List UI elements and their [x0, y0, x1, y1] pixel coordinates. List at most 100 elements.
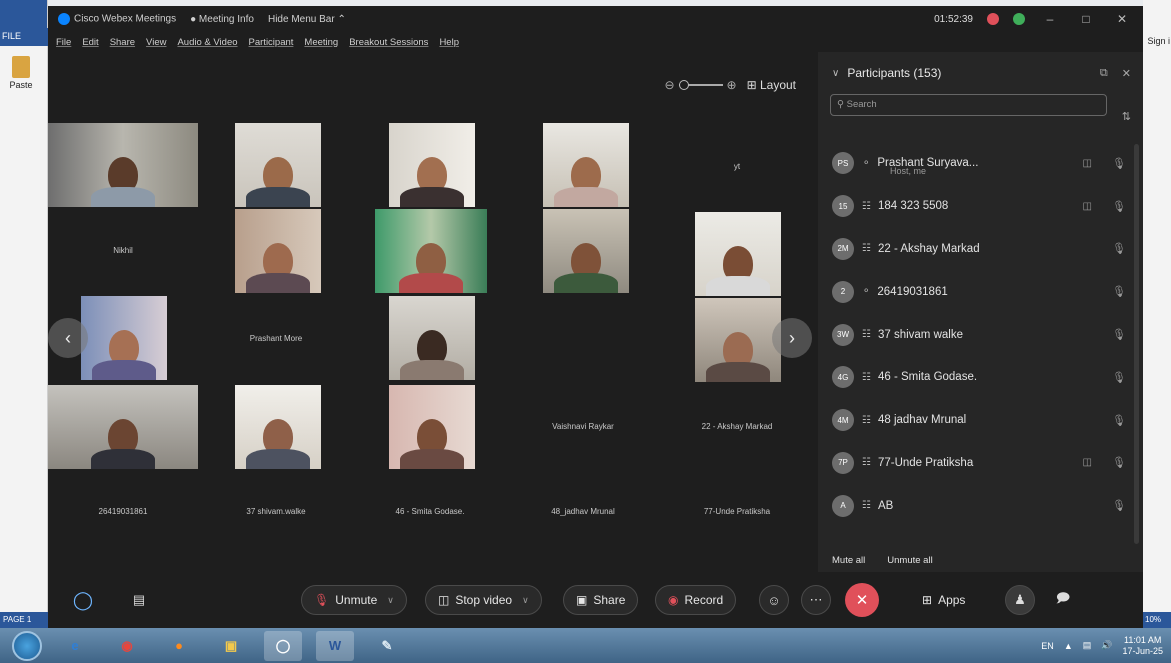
participant-row[interactable]: 3W ☷ 37 shivam walke 🎙	[832, 313, 1132, 356]
chrome-icon[interactable]: ◉	[108, 631, 146, 661]
participant-name: 37 shivam walke	[877, 328, 963, 341]
menu-share[interactable]: Share	[110, 37, 135, 48]
participants-scrollbar[interactable]	[1134, 144, 1139, 544]
chevron-down-icon[interactable]: ∨	[387, 595, 394, 606]
stop-video-button[interactable]: ◫ Stop video ∨	[425, 585, 542, 615]
popout-icon[interactable]: ⧉	[1100, 67, 1108, 80]
phone-device-icon: ☷	[862, 414, 871, 426]
menu-help[interactable]: Help	[439, 37, 459, 48]
maximize-icon[interactable]: □	[1075, 12, 1097, 26]
mic-muted-icon[interactable]: 🎙	[1112, 242, 1126, 255]
video-tile[interactable]	[375, 209, 487, 293]
previous-page-arrow-icon[interactable]: ‹	[48, 318, 88, 358]
volume-icon[interactable]: 🔊	[1101, 640, 1112, 651]
menu-edit[interactable]: Edit	[82, 37, 98, 48]
panel-close-icon[interactable]: ✕	[1122, 67, 1131, 80]
zoom-out-icon[interactable]: ⊖	[664, 78, 674, 92]
sort-icon[interactable]: ⇅	[1122, 110, 1131, 123]
video-tile[interactable]	[235, 209, 321, 293]
video-tile[interactable]	[48, 123, 198, 207]
zoom-slider-knob[interactable]	[678, 80, 689, 90]
layout-button[interactable]: ⊞ Layout	[747, 78, 796, 92]
video-tile[interactable]	[81, 296, 167, 380]
zoom-slider[interactable]: ⊖ ⊕	[664, 78, 736, 92]
video-tile[interactable]	[543, 209, 629, 293]
file-explorer-icon[interactable]: ▣	[212, 631, 250, 661]
participant-row[interactable]: 2 ⚬ 26419031861 🎙	[832, 270, 1132, 313]
avatar: PS	[832, 152, 854, 175]
word-file-tab[interactable]: FILE	[0, 28, 48, 46]
end-meeting-button[interactable]: ✕	[845, 583, 879, 617]
participant-row[interactable]: 2M ☷ 22 - Akshay Markad 🎙	[832, 228, 1132, 271]
captions-icon[interactable]: ▤	[124, 585, 154, 615]
meeting-info-button[interactable]: ● Meeting Info	[190, 14, 254, 25]
mic-icon[interactable]: 🎙	[1112, 200, 1126, 213]
start-button-icon[interactable]	[12, 630, 42, 661]
chevron-down-icon[interactable]: ∨	[522, 595, 529, 606]
video-tile[interactable]	[389, 296, 475, 380]
internet-explorer-icon[interactable]: e	[56, 631, 94, 661]
mute-all-button[interactable]: Mute all	[832, 555, 865, 566]
mic-muted-icon[interactable]: 🎙	[1112, 456, 1126, 469]
mic-muted-icon[interactable]: 🎙	[1112, 371, 1126, 384]
network-status-icon[interactable]	[1013, 13, 1025, 25]
phone-device-icon: ☷	[862, 329, 871, 341]
network-icon[interactable]: ▤	[1083, 640, 1092, 651]
participant-row[interactable]: 7P ☷ 77-Unde Pratiksha ◫ 🎙	[832, 442, 1132, 485]
participant-row[interactable]: 4M ☷ 48 jadhav Mrunal 🎙	[832, 399, 1132, 442]
video-tile[interactable]	[235, 385, 321, 469]
firefox-icon[interactable]: ●	[160, 631, 198, 661]
menu-view[interactable]: View	[146, 37, 166, 48]
taskbar-clock[interactable]: 11:01 AM 17-Jun-25	[1122, 635, 1163, 657]
word-signin-link[interactable]: Sign i	[1147, 36, 1170, 46]
participants-toggle-icon[interactable]: ♟	[1005, 585, 1035, 615]
menu-breakout-sessions[interactable]: Breakout Sessions	[349, 37, 428, 48]
video-tile[interactable]	[543, 123, 629, 207]
menu-file[interactable]: File	[56, 37, 71, 48]
word-paste-button[interactable]: Paste	[6, 56, 36, 90]
stage-controls: ⊖ ⊕ ⊞ Layout	[664, 78, 796, 92]
record-button[interactable]: ◉ Record	[655, 585, 737, 615]
menu-participant[interactable]: Participant	[249, 37, 294, 48]
participant-row[interactable]: A ☷ AB 🎙	[832, 484, 1132, 527]
hide-menu-bar-button[interactable]: Hide Menu Bar ⌃	[268, 14, 346, 25]
video-tile[interactable]	[389, 385, 475, 469]
collapse-chevron-icon[interactable]: ∨	[832, 68, 839, 79]
apps-button[interactable]: ⊞ Apps	[910, 585, 977, 615]
menu-meeting[interactable]: Meeting	[304, 37, 338, 48]
video-tile[interactable]	[235, 123, 321, 207]
menu-audio-video[interactable]: Audio & Video	[177, 37, 237, 48]
word-taskbar-icon[interactable]: W	[316, 630, 354, 661]
video-tile[interactable]	[389, 123, 475, 207]
notepad-icon[interactable]: ✎	[368, 631, 406, 661]
mic-muted-icon[interactable]: 🎙	[1112, 328, 1126, 341]
participant-row[interactable]: 15 ☷ 184 323 5508 ◫ 🎙	[832, 185, 1132, 228]
audio-device-icon: ⚬	[862, 157, 871, 169]
next-page-arrow-icon[interactable]: ›	[772, 318, 812, 358]
video-tile[interactable]	[695, 298, 781, 382]
close-icon[interactable]: ✕	[1111, 12, 1133, 26]
zoom-in-icon[interactable]: ⊕	[727, 78, 737, 92]
tray-arrow-icon[interactable]: ▲	[1064, 641, 1073, 651]
mic-muted-icon[interactable]: 🎙	[1112, 285, 1126, 298]
tile-name-smita: 46 - Smita Godase.	[395, 507, 465, 516]
video-tile[interactable]	[48, 385, 198, 469]
mic-icon[interactable]: 🎙	[1112, 157, 1126, 170]
participant-row[interactable]: PS ⚬ Prashant Suryava... Host, me ◫ 🎙	[832, 142, 1132, 185]
unmute-all-button[interactable]: Unmute all	[887, 555, 932, 566]
share-button[interactable]: ▣ Share	[563, 585, 639, 615]
video-tile[interactable]	[695, 212, 781, 296]
mic-muted-icon[interactable]: 🎙	[1112, 414, 1126, 427]
reactions-icon[interactable]: ☺	[759, 585, 789, 615]
webex-assistant-icon[interactable]: ◯	[68, 585, 98, 615]
language-indicator[interactable]: EN	[1041, 641, 1054, 651]
participant-search-input[interactable]: ⚲ Search	[830, 94, 1107, 116]
more-options-icon[interactable]: ⋯	[801, 585, 831, 615]
webex-taskbar-icon[interactable]: ◯	[264, 630, 302, 661]
chat-icon[interactable]: 🗩	[1048, 585, 1078, 615]
minimize-icon[interactable]: –	[1039, 12, 1061, 26]
mic-muted-icon[interactable]: 🎙	[1112, 499, 1126, 512]
participants-header: ∨ Participants (153) ⧉ ✕	[818, 52, 1143, 80]
unmute-button[interactable]: 🎙 Unmute ∨	[301, 585, 407, 615]
participant-row[interactable]: 4G ☷ 46 - Smita Godase. 🎙	[832, 356, 1132, 399]
